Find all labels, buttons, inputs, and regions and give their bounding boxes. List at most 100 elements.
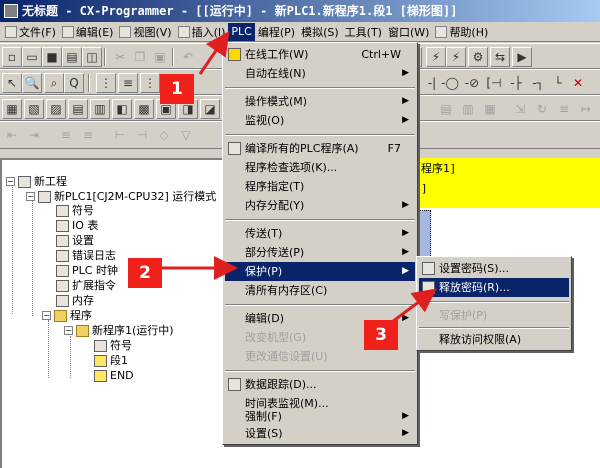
menu-item-clear-all-memory[interactable]: 清所有内存区(C) <box>225 281 415 300</box>
menu-item-settings[interactable]: 设置(S) ▶ <box>225 424 415 443</box>
tree-item-end[interactable]: END <box>94 368 134 383</box>
tree-item-expansion-instructions[interactable]: 扩展指令 <box>56 278 116 293</box>
tree-item-project[interactable]: − 新工程 <box>6 174 67 189</box>
save-icon[interactable]: ■ <box>42 47 62 67</box>
menu-item-compile-all[interactable]: 编译所有的PLC程序(A) F7 <box>225 139 415 158</box>
menu-item-release-password[interactable]: 释放密码(R)... <box>419 278 569 297</box>
menu-program[interactable]: 编程(P) <box>255 23 298 41</box>
outdent-icon[interactable]: ⇤ <box>2 125 22 145</box>
tree-item-io-table[interactable]: IO 表 <box>56 218 98 233</box>
tree-item-settings[interactable]: 设置 <box>56 233 94 248</box>
bookmark-next-icon[interactable]: ≡ <box>78 125 98 145</box>
menu-item-monitor[interactable]: 监视(O) ▶ <box>225 111 415 130</box>
new-file-icon[interactable]: ▫ <box>2 47 22 67</box>
zoom-icon[interactable]: 🔍 <box>22 73 42 93</box>
menu-tools[interactable]: 工具(T) <box>342 23 385 41</box>
address-ref-icon[interactable]: ▤ <box>68 99 88 119</box>
offline-icon[interactable]: ⚡ <box>446 47 466 67</box>
collapse-icon[interactable]: − <box>42 311 51 320</box>
menu-item-partial-transfer[interactable]: 部分传送(P) ▶ <box>225 243 415 262</box>
collapse-icon[interactable]: − <box>26 192 35 201</box>
step-in-icon[interactable]: ⇲ <box>510 99 530 119</box>
rung-selection[interactable] <box>417 210 431 258</box>
menu-window[interactable]: 窗口(W) <box>385 23 432 41</box>
tree-item-symbols[interactable]: 符号 <box>56 203 94 218</box>
bookmark-icon[interactable]: ≡ <box>56 125 76 145</box>
tree-item-programs[interactable]: − 程序 <box>42 308 92 323</box>
collapse-icon[interactable]: − <box>6 177 15 186</box>
select-pointer-icon[interactable]: ↖ <box>2 73 22 93</box>
menu-view[interactable]: 视图(V) <box>116 23 174 41</box>
project-workspace-icon[interactable]: ▦ <box>2 99 22 119</box>
menu-plc[interactable]: PLC <box>228 22 255 41</box>
coil-nc-icon[interactable]: -⊘ <box>462 73 482 93</box>
cancel-edit-icon[interactable]: ▥ <box>458 99 478 119</box>
watch-window-icon[interactable]: ▨ <box>46 99 66 119</box>
output-window-icon[interactable]: ▧ <box>24 99 44 119</box>
menu-item-release-access[interactable]: 释放访问权限(A) <box>419 330 569 349</box>
menu-simulation[interactable]: 模拟(S) <box>298 23 342 41</box>
pause-icon[interactable]: ↦ <box>576 99 596 119</box>
menu-item-program-assignment[interactable]: 程序指定(T) <box>225 177 415 196</box>
open-folder-icon[interactable]: ▭ <box>22 47 42 67</box>
menu-item-set-password[interactable]: 设置密码(S)... <box>419 259 569 278</box>
coil-icon[interactable]: -◯ <box>440 73 460 93</box>
menu-item-auto-online[interactable]: 自动在线(N) ▶ <box>225 64 415 83</box>
tree-item-program-symbols[interactable]: 符号 <box>94 338 132 353</box>
menu-item-memory-allocation[interactable]: 内存分配(Y) ▶ <box>225 196 415 215</box>
menu-item-protection[interactable]: 保护(P) ▶ <box>225 262 415 281</box>
comment-icon[interactable]: ≡ <box>118 73 138 93</box>
properties-icon[interactable]: ▥ <box>90 99 110 119</box>
cut-icon[interactable]: ✂ <box>110 47 130 67</box>
tree-item-error-log[interactable]: 错误日志 <box>56 248 116 263</box>
cross-ref-icon[interactable]: ◧ <box>112 99 132 119</box>
undo-icon[interactable]: ↶ <box>178 47 198 67</box>
tree-item-new-program[interactable]: − 新程序1(运行中) <box>64 323 174 338</box>
tree-item-memory[interactable]: 内存 <box>56 293 94 308</box>
debug-icon[interactable]: ⚙ <box>468 47 488 67</box>
hide-icon[interactable]: ▽ <box>176 125 196 145</box>
find-icon[interactable]: ⌕ <box>44 73 64 93</box>
print-preview-icon[interactable]: ◫ <box>82 47 102 67</box>
menu-item-program-check-options[interactable]: 程序检查选项(K)... <box>225 158 415 177</box>
grid-icon[interactable]: ⋮ <box>96 73 116 93</box>
menu-file[interactable]: 文件(F) <box>2 23 59 41</box>
monitor-icon[interactable]: ▶ <box>512 47 532 67</box>
step-over-icon[interactable]: ↻ <box>532 99 552 119</box>
menu-item-work-online[interactable]: 在线工作(W) Ctrl+W <box>225 45 415 64</box>
print-icon[interactable]: ▤ <box>62 47 82 67</box>
tree-item-section-1[interactable]: 段1 <box>94 353 128 368</box>
online-edit-icon[interactable]: ▤ <box>436 99 456 119</box>
run-icon[interactable]: ≡ <box>554 99 574 119</box>
tree-item-plc-clock[interactable]: PLC 时钟 <box>56 263 118 278</box>
indent-icon[interactable]: ⇥ <box>24 125 44 145</box>
tree-item-plc[interactable]: − 新PLC1[CJ2M-CPU32] 运行模式 <box>26 189 216 204</box>
menu-item-data-trace[interactable]: 数据跟踪(D)... <box>225 375 415 394</box>
show-icon[interactable]: ◇ <box>154 125 174 145</box>
align-icon[interactable]: ⊢ <box>110 125 130 145</box>
wrap-icon[interactable]: ⊣ <box>132 125 152 145</box>
menu-item-transfer[interactable]: 传送(T) ▶ <box>225 224 415 243</box>
collapse-icon[interactable]: − <box>64 326 73 335</box>
protection-submenu: 设置密码(S)... 释放密码(R)... 写保护(P) 释放访问权限(A) <box>416 256 572 351</box>
paste-icon[interactable]: ▣ <box>150 47 170 67</box>
menu-insert[interactable]: 插入(I) <box>175 23 229 41</box>
delete-line-icon[interactable]: ✕ <box>568 73 588 93</box>
vertical-line-icon[interactable]: -├ <box>506 73 526 93</box>
menu-edit[interactable]: 编辑(E) <box>59 23 117 41</box>
symbols-icon[interactable]: ▩ <box>134 99 154 119</box>
contact-or-icon[interactable]: -| <box>422 73 442 93</box>
transfer-edit-icon[interactable]: ▦ <box>480 99 500 119</box>
horizontal-line-icon[interactable]: -┐ <box>528 73 548 93</box>
pencil-line-icon[interactable]: └ <box>548 73 568 93</box>
instruction-icon[interactable]: [⊣ <box>484 73 504 93</box>
menu-help[interactable]: 帮助(H) <box>432 23 491 41</box>
settings-icon[interactable]: ◪ <box>200 99 220 119</box>
rung-icon[interactable]: ⋮ <box>140 73 160 93</box>
transfer-icon[interactable]: ⇆ <box>490 47 510 67</box>
copy-icon[interactable]: ❐ <box>130 47 150 67</box>
menu-separator <box>225 370 415 372</box>
online-icon[interactable]: ⚡ <box>426 47 446 67</box>
menu-item-operating-mode[interactable]: 操作模式(M) ▶ <box>225 92 415 111</box>
find-replace-icon[interactable]: Q <box>64 73 84 93</box>
